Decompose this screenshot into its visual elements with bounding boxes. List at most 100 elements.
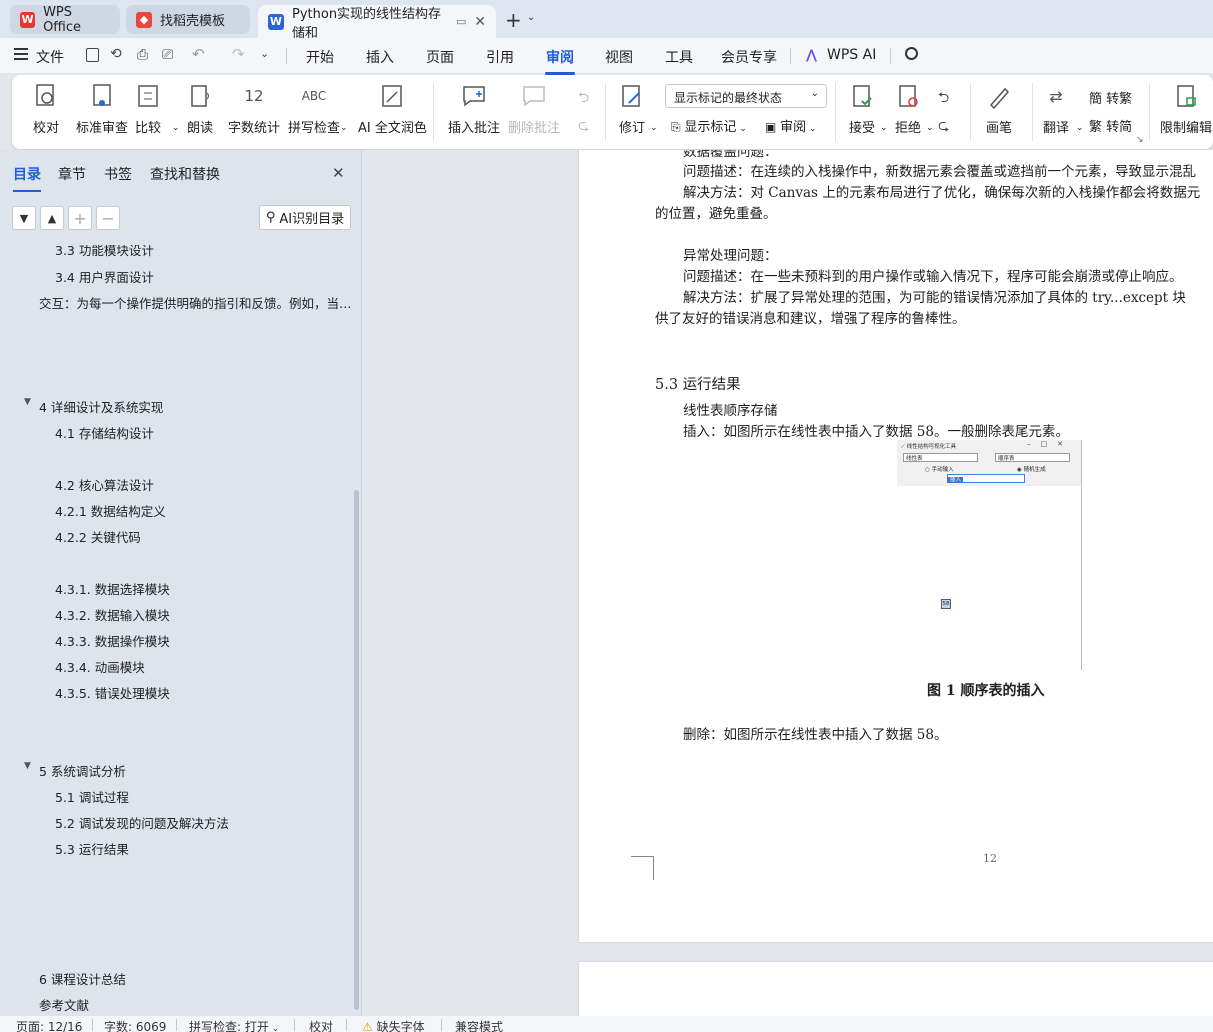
translate-button[interactable]: ⇄ 翻译 ⌄ — [1042, 81, 1084, 137]
tab-bookmarks[interactable]: 书签 — [104, 164, 132, 184]
print-preview-icon[interactable]: ⎚ — [162, 47, 173, 63]
ribbon-expand-icon[interactable]: ↘ — [1136, 135, 1144, 145]
tab-toc[interactable]: 目录 — [13, 164, 41, 192]
menu-reference[interactable]: 引用 — [486, 47, 514, 67]
status-word-count[interactable]: 字数: 6069 — [104, 1018, 166, 1032]
next-change-icon[interactable]: ⮎ — [938, 115, 949, 139]
more-icon[interactable]: ⌄ — [260, 47, 269, 60]
doc-paragraph[interactable]: 解决方法：对 Canvas 上的元素布局进行了优化，确保每次新的入栈操作都会将数… — [683, 181, 1200, 201]
doc-paragraph[interactable]: 问题描述：在一些未预料到的用户操作或输入情况下，程序可能会崩溃或停止响应。 — [683, 265, 1183, 285]
expand-down-button[interactable]: ▼ — [12, 206, 36, 230]
to-simplified-button[interactable]: 繁 转简 — [1089, 116, 1132, 135]
expand-triangle-icon[interactable]: ▼ — [24, 397, 31, 407]
doc-paragraph[interactable]: 供了友好的错误消息和建议，增强了程序的鲁棒性。 — [655, 307, 966, 327]
doc-paragraph[interactable]: 的位置，避免重叠。 — [655, 202, 777, 222]
doc-paragraph[interactable]: 删除：如图所示在线性表中插入了数据 58。 — [683, 723, 947, 743]
next-comment-icon[interactable]: ⮎ — [578, 115, 589, 139]
doc-heading[interactable]: 5.3 运行结果 — [655, 373, 741, 394]
toc-item[interactable]: 6 课程设计总结 — [39, 969, 126, 988]
toc-item-chapter-4[interactable]: ▼ 4 详细设计及系统实现 — [24, 397, 163, 416]
toc-item[interactable]: 5.1 调试过程 — [55, 787, 129, 806]
menu-tools[interactable]: 工具 — [665, 47, 693, 67]
expand-triangle-icon[interactable]: ▼ — [24, 761, 31, 771]
toc-item[interactable]: 4.1 存储结构设计 — [55, 423, 154, 442]
toc-item[interactable]: 4.3.1. 数据选择模块 — [55, 579, 170, 598]
menu-insert[interactable]: 插入 — [366, 47, 394, 67]
menu-page[interactable]: 页面 — [426, 47, 454, 67]
show-markup-button[interactable]: ⎘ 显示标记 ⌄ — [671, 116, 747, 135]
toc-item[interactable]: 参考文献 — [39, 995, 89, 1014]
standard-review-button[interactable]: 标准审查 — [76, 81, 128, 136]
ai-identify-toc-button[interactable]: ⚲ AI识别目录 — [259, 205, 351, 230]
doc-paragraph[interactable]: 插入：如图所示在线性表中插入了数据 58。一般删除表尾元素。 — [683, 420, 1069, 440]
close-icon[interactable]: ✕ — [474, 14, 486, 30]
chevron-down-icon[interactable]: ⌄ — [527, 12, 535, 23]
cloud-sync-icon[interactable]: ⟲ — [110, 46, 122, 62]
read-aloud-button[interactable]: 朗读 — [186, 81, 214, 136]
redo-icon[interactable]: ↷ — [232, 45, 245, 63]
menu-view[interactable]: 视图 — [605, 47, 633, 67]
toc-item[interactable]: 5.2 调试发现的问题及解决方法 — [55, 813, 229, 832]
display-mode-select[interactable]: 显示标记的最终状态 ⌄ — [665, 84, 827, 108]
menu-hamburger-icon[interactable] — [14, 48, 28, 60]
toc-item[interactable]: 4.2.1 数据结构定义 — [55, 501, 166, 520]
save-icon[interactable] — [86, 48, 99, 62]
tab-find-replace[interactable]: 查找和替换 — [150, 164, 220, 184]
toc-item[interactable]: 4.3.4. 动画模块 — [55, 657, 145, 676]
status-page[interactable]: 页面: 12/16 — [16, 1018, 82, 1032]
reject-button[interactable]: 拒绝 ⌄ — [894, 81, 934, 136]
remove-heading-button[interactable]: − — [96, 206, 120, 230]
add-heading-button[interactable]: + — [68, 206, 92, 230]
status-missing-font[interactable]: ⚠ 缺失字体 — [362, 1018, 425, 1032]
insert-comment-button[interactable]: 插入批注 — [448, 81, 500, 136]
proofread-button[interactable]: 校对 — [32, 81, 60, 136]
doc-paragraph[interactable]: 异常处理问题： — [683, 244, 778, 264]
toc-item[interactable]: 交互：为每一个操作提供明确的指引和反馈。例如，当… — [39, 293, 350, 312]
tab-sections[interactable]: 章节 — [58, 164, 86, 184]
toc-item[interactable]: 5.3 运行结果 — [55, 839, 129, 858]
toc-item[interactable]: 4.3.5. 错误处理模块 — [55, 683, 170, 702]
collapse-up-button[interactable]: ▲ — [40, 206, 64, 230]
toc-item[interactable]: 4.2.2 关键代码 — [55, 527, 141, 546]
undo-icon[interactable]: ↶ — [192, 45, 205, 63]
previous-comment-icon[interactable]: ⮌ — [578, 87, 589, 111]
new-tab-button[interactable]: + — [505, 8, 522, 32]
menu-wps-ai[interactable]: WPS AI — [827, 47, 876, 63]
tab-wps-office[interactable]: W WPS Office — [10, 5, 120, 35]
toc-item[interactable]: 3.3 功能模块设计 — [55, 245, 154, 259]
doc-paragraph[interactable]: 解决方法：扩展了异常处理的范围，为可能的错误情况添加了具体的 try...exc… — [683, 286, 1186, 306]
ai-polish-button[interactable]: AI 全文润色 — [358, 81, 427, 136]
figure-screenshot[interactable]: ⟋ 线性结构可视化工具 –□✕ 线性表 顺序表 ○ 手动输入 ◉ 随机生成 插入… — [897, 440, 1082, 670]
doc-paragraph[interactable]: 问题描述：在连续的入栈操作中，新数据元素会覆盖或遮挡前一个元素，导致显示混乱 — [683, 160, 1196, 180]
toc-item-chapter-5[interactable]: ▼ 5 系统调试分析 — [24, 761, 126, 780]
toc-item[interactable]: 4.3.2. 数据输入模块 — [55, 605, 170, 624]
delete-comment-button[interactable]: 删除批注 — [508, 81, 560, 136]
pen-button[interactable]: 画笔 — [985, 81, 1013, 136]
search-icon[interactable] — [905, 47, 918, 60]
menu-member[interactable]: 会员专享 — [721, 47, 777, 67]
tab-docer-template[interactable]: ◆ 找稻壳模板 — [126, 5, 250, 34]
print-icon[interactable]: ⎙ — [137, 47, 148, 63]
menu-review[interactable]: 审阅 — [545, 47, 575, 75]
toc-item[interactable]: 4.3.3. 数据操作模块 — [55, 631, 170, 650]
monitor-icon[interactable]: ▭ — [456, 15, 466, 28]
status-proofread[interactable]: 校对 — [309, 1018, 333, 1032]
figure-caption[interactable]: 图 1 顺序表的插入 — [927, 680, 1045, 700]
to-traditional-button[interactable]: 簡 转繁 — [1089, 88, 1132, 107]
track-changes-button[interactable]: 修订 ⌄ — [618, 81, 658, 136]
toc-item[interactable]: 3.4 用户界面设计 — [55, 267, 154, 286]
compare-button[interactable]: 比较 ⌄ — [134, 81, 180, 136]
review-pane-button[interactable]: ▣ 审阅 ⌄ — [765, 116, 817, 135]
doc-subheading[interactable]: 线性表顺序存储 — [683, 399, 778, 419]
restrict-edit-button[interactable]: 限制编辑 — [1160, 81, 1212, 136]
accept-button[interactable]: 接受 ⌄ — [848, 81, 888, 136]
doc-paragraph[interactable]: 数据覆盖问题： — [683, 150, 778, 160]
status-spell-check[interactable]: 拼写检查: 打开 ⌄ — [189, 1018, 279, 1032]
word-count-button[interactable]: 12 字数统计 — [228, 81, 280, 136]
spell-check-button[interactable]: ABC 拼写检查 ⌄ — [288, 81, 348, 136]
tab-document[interactable]: W Python实现的线性结构存储和 ▭ ✕ — [258, 5, 496, 41]
close-pane-icon[interactable]: ✕ — [332, 164, 345, 182]
previous-change-icon[interactable]: ⮌ — [938, 87, 949, 111]
menu-start[interactable]: 开始 — [306, 47, 334, 67]
sidebar-scrollbar[interactable] — [354, 490, 359, 1010]
